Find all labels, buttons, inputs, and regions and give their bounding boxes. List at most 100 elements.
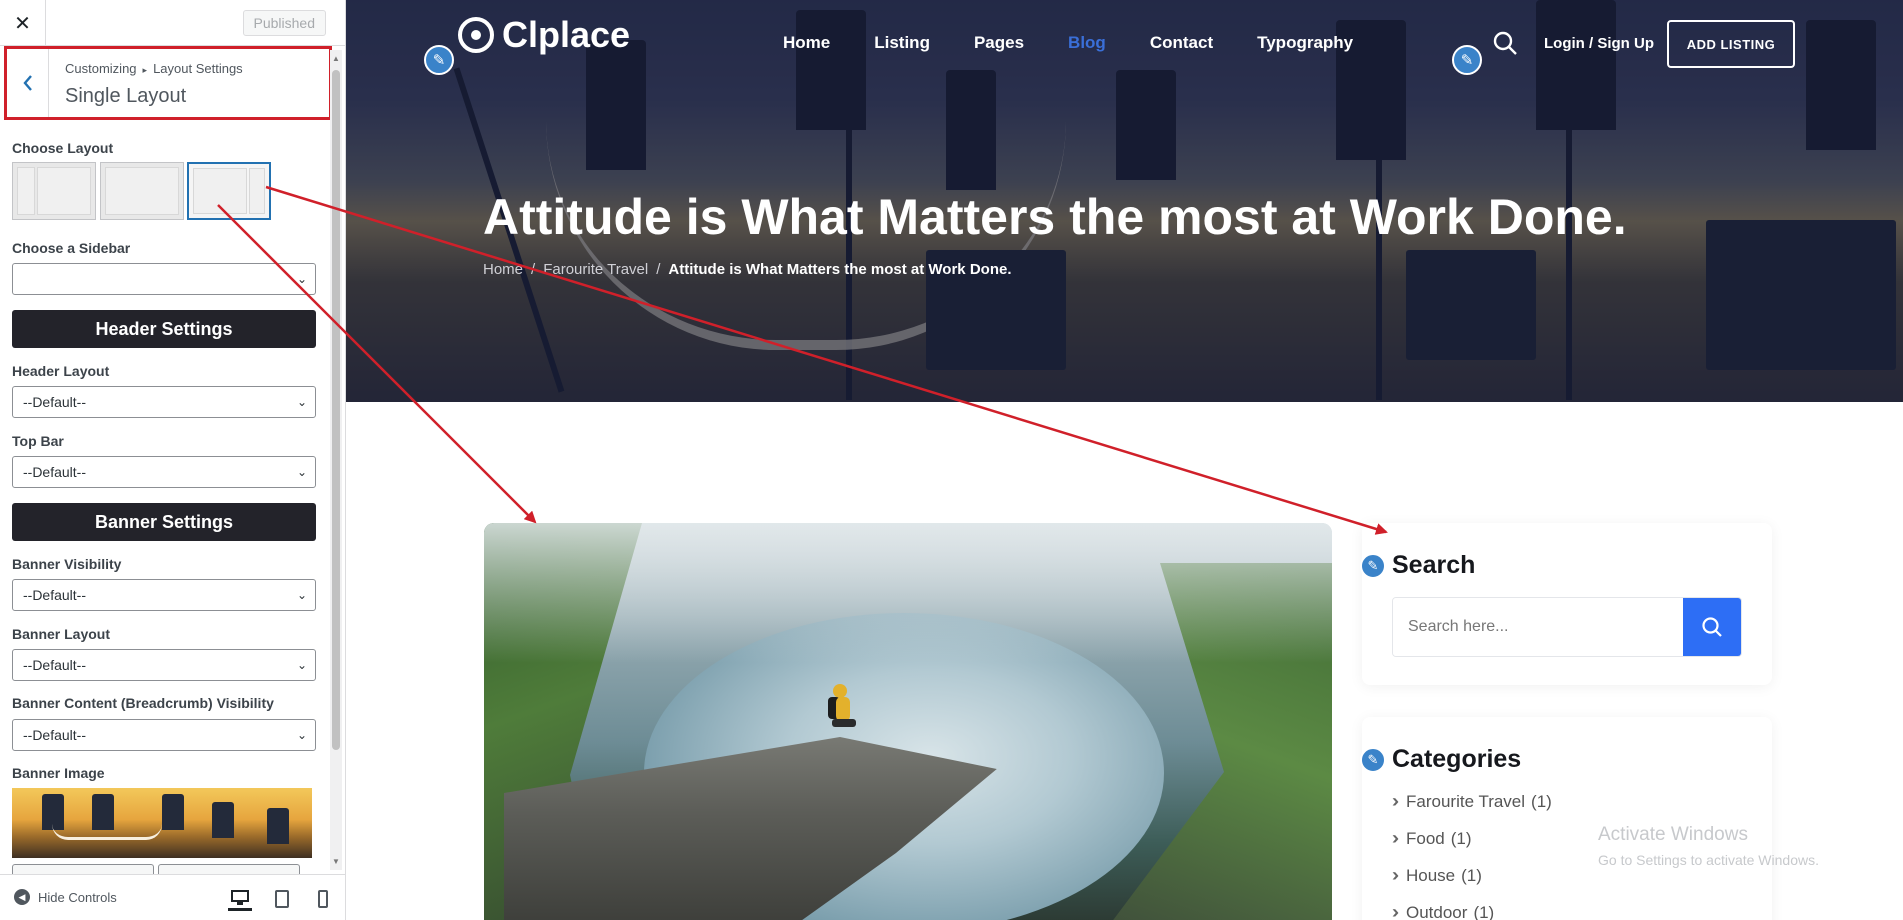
change-image-button[interactable] bbox=[158, 864, 300, 874]
hide-controls-button[interactable]: ◀ Hide Controls bbox=[14, 889, 117, 905]
breadcrumb-separator: / bbox=[531, 261, 536, 278]
search-icon[interactable] bbox=[1492, 30, 1520, 58]
category-name: House bbox=[1406, 865, 1456, 885]
layout-option-right-sidebar[interactable] bbox=[187, 162, 271, 220]
thumb-umbrella bbox=[267, 808, 289, 844]
header-settings-button[interactable]: Header Settings bbox=[12, 310, 316, 348]
logo-crosshair-icon bbox=[458, 17, 494, 53]
tablet-preview-icon[interactable] bbox=[270, 887, 294, 911]
header-layout-value: --Default-- bbox=[23, 394, 87, 410]
categories-widget: ✎ Categories ›› Farourite Travel (1) ›› Foo… bbox=[1360, 717, 1772, 920]
chevron-down-icon: ⌄ bbox=[296, 728, 307, 742]
categories-widget-title: Categories bbox=[1392, 745, 1522, 773]
search-submit-button[interactable] bbox=[1683, 598, 1741, 656]
customizer-scrollbar[interactable]: ▲ ▼ bbox=[330, 50, 342, 870]
nav-item-contact[interactable]: Contact bbox=[1150, 33, 1213, 53]
category-name: Food bbox=[1406, 828, 1445, 848]
post-featured-image bbox=[484, 523, 1332, 920]
double-chevron-icon: ›› bbox=[1392, 828, 1399, 848]
scroll-down-icon[interactable]: ▼ bbox=[332, 857, 340, 866]
search-input[interactable] bbox=[1393, 598, 1683, 656]
logo-text: Clplace bbox=[502, 14, 631, 55]
edit-pencil-icon[interactable]: ✎ bbox=[1360, 747, 1386, 773]
category-item[interactable]: ›› Outdoor (1) bbox=[1392, 902, 1494, 920]
edit-pencil-icon[interactable]: ✎ bbox=[424, 45, 454, 75]
category-count: (1) bbox=[1461, 865, 1482, 885]
banner-breadcrumb-select[interactable]: --Default-- ⌄ bbox=[12, 719, 316, 751]
top-bar-value: --Default-- bbox=[23, 464, 87, 480]
banner-layout-select[interactable]: --Default-- ⌄ bbox=[12, 649, 316, 681]
breadcrumb-section: Layout Settings bbox=[153, 61, 243, 76]
nav-item-home[interactable]: Home bbox=[783, 33, 830, 53]
top-bar-select[interactable]: --Default-- ⌄ bbox=[12, 456, 316, 488]
double-chevron-icon: ›› bbox=[1392, 902, 1399, 920]
mobile-preview-icon[interactable] bbox=[311, 887, 335, 911]
chevron-down-icon: ⌄ bbox=[296, 588, 307, 602]
category-count: (1) bbox=[1473, 902, 1495, 920]
edit-pencil-icon[interactable]: ✎ bbox=[1360, 553, 1386, 579]
remove-image-button[interactable] bbox=[12, 864, 154, 874]
breadcrumb-separator-icon: ▸ bbox=[142, 65, 148, 75]
search-form bbox=[1392, 597, 1742, 657]
main-nav: Home Listing Pages Blog Contact Typograp… bbox=[783, 33, 1353, 53]
banner-visibility-select[interactable]: --Default-- ⌄ bbox=[12, 579, 316, 611]
breadcrumb-separator: / bbox=[656, 261, 661, 278]
header-layout-select[interactable]: --Default-- ⌄ bbox=[12, 386, 316, 418]
collapse-icon: ◀ bbox=[14, 889, 30, 905]
scroll-up-icon[interactable]: ▲ bbox=[332, 54, 340, 63]
image-mist bbox=[484, 523, 1332, 663]
banner-image-thumbnail[interactable] bbox=[12, 788, 312, 858]
choose-sidebar-label: Choose a Sidebar bbox=[12, 240, 131, 256]
banner-image-label: Banner Image bbox=[12, 765, 105, 781]
choose-layout-label: Choose Layout bbox=[12, 140, 114, 156]
banner-visibility-value: --Default-- bbox=[23, 587, 87, 603]
banner-visibility-label: Banner Visibility bbox=[12, 556, 122, 572]
site-preview: Clplace ✎ Home Listing Pages Blog Contac… bbox=[346, 0, 1903, 920]
layout-option-full-width[interactable] bbox=[100, 162, 184, 220]
category-item[interactable]: ›› House (1) bbox=[1392, 865, 1482, 886]
breadcrumb-category[interactable]: Farourite Travel bbox=[543, 261, 648, 278]
breadcrumb: Home / Farourite Travel / Attitude is What M… bbox=[483, 261, 1012, 278]
layout-sidebar-column bbox=[17, 167, 35, 215]
published-button[interactable]: Published bbox=[242, 10, 326, 36]
breadcrumb-home[interactable]: Home bbox=[483, 261, 523, 278]
banner-settings-button[interactable]: Banner Settings bbox=[12, 503, 316, 541]
breadcrumb-current: Attitude is What Matters the most at Wor… bbox=[668, 261, 1012, 278]
double-chevron-icon: ›› bbox=[1392, 791, 1399, 811]
double-chevron-icon: ›› bbox=[1392, 865, 1399, 885]
nav-item-listing[interactable]: Listing bbox=[874, 33, 930, 53]
watermark-line2: Go to Settings to activate Windows. bbox=[1598, 852, 1819, 868]
nav-item-typography[interactable]: Typography bbox=[1257, 33, 1353, 53]
chevron-down-icon: ⌄ bbox=[296, 272, 307, 286]
layout-content-column bbox=[193, 168, 247, 214]
desktop-preview-icon[interactable] bbox=[228, 887, 252, 911]
windows-activation-watermark: Activate Windows Go to Settings to activ… bbox=[1598, 824, 1819, 868]
section-title: Single Layout bbox=[65, 85, 187, 107]
site-logo[interactable]: Clplace bbox=[458, 14, 630, 56]
customizer-panel: ✕ Published Customizing ▸ Layout Settings … bbox=[0, 0, 346, 920]
customizer-footer: ◀ Hide Controls bbox=[0, 874, 345, 920]
nav-item-pages[interactable]: Pages bbox=[974, 33, 1024, 53]
hero-banner: Clplace ✎ Home Listing Pages Blog Contac… bbox=[346, 0, 1903, 402]
layout-option-left-sidebar[interactable] bbox=[12, 162, 96, 220]
nav-item-blog[interactable]: Blog bbox=[1068, 33, 1106, 53]
category-item[interactable]: ›› Farourite Travel (1) bbox=[1392, 791, 1552, 812]
close-icon[interactable]: ✕ bbox=[0, 0, 46, 46]
banner-layout-value: --Default-- bbox=[23, 657, 87, 673]
header-layout-label: Header Layout bbox=[12, 363, 110, 379]
back-arrow-icon[interactable] bbox=[7, 49, 49, 117]
edit-pencil-icon[interactable]: ✎ bbox=[1452, 45, 1482, 75]
thumb-umbrella bbox=[212, 802, 234, 838]
layout-content-column bbox=[105, 167, 179, 215]
layout-sidebar-column bbox=[249, 168, 265, 214]
login-signup-link[interactable]: Login / Sign Up bbox=[1544, 35, 1654, 52]
scrollbar-thumb[interactable] bbox=[332, 70, 340, 750]
category-item[interactable]: ›› Food (1) bbox=[1392, 828, 1472, 849]
screen: ✕ Published Customizing ▸ Layout Settings … bbox=[0, 0, 1903, 920]
sidebar-select[interactable]: ⌄ bbox=[12, 263, 316, 295]
category-count: (1) bbox=[1450, 828, 1472, 848]
search-icon bbox=[1702, 617, 1722, 637]
image-hiker bbox=[828, 684, 856, 727]
top-bar-label: Top Bar bbox=[12, 433, 64, 449]
add-listing-button[interactable]: ADD LISTING bbox=[1667, 20, 1795, 68]
